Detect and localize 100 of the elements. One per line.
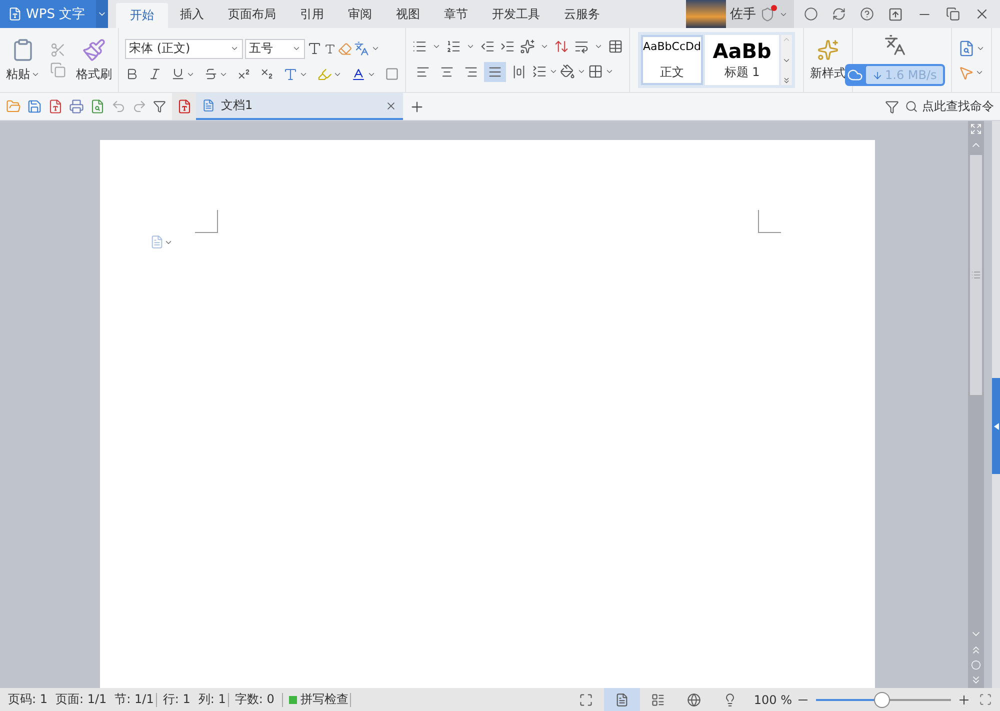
help-icon[interactable] — [860, 7, 874, 21]
bullets-icon[interactable] — [412, 38, 427, 54]
save-icon[interactable] — [27, 99, 42, 114]
find-replace-icon[interactable] — [958, 40, 975, 56]
margin-corner-mark — [758, 210, 781, 233]
paragraph-mark-icon[interactable] — [574, 38, 589, 54]
shading-icon[interactable] — [560, 64, 575, 79]
download-arrow-icon — [872, 70, 883, 80]
zoom-level: 100 % — [754, 692, 793, 706]
caret-icon[interactable] — [577, 67, 586, 76]
subscript-icon[interactable] — [260, 67, 274, 81]
decrease-indent-icon[interactable] — [480, 38, 495, 54]
collapse-ribbon-icon[interactable] — [888, 6, 903, 22]
command-search-field[interactable]: 点此查找命令 — [905, 98, 994, 115]
caret-icon[interactable] — [549, 67, 558, 76]
paste-button[interactable]: 粘贴 — [6, 66, 30, 82]
badge-icon[interactable] — [760, 6, 775, 22]
font-size-field[interactable]: 五号 — [245, 38, 305, 58]
outline-view-icon[interactable] — [650, 692, 665, 706]
triangle-icon — [994, 422, 998, 430]
bold-icon[interactable] — [125, 67, 139, 81]
font-color-icon[interactable] — [351, 66, 366, 82]
ribbon-tab[interactable]: 插入 — [168, 0, 216, 28]
expand-gallery-icon[interactable] — [782, 76, 791, 85]
ribbon-tab[interactable]: 章节 — [432, 0, 480, 28]
document-tab[interactable]: 文档1 — [196, 93, 403, 120]
view-mode-button[interactable] — [604, 688, 640, 711]
page-view-icon[interactable] — [614, 692, 629, 706]
align-icon[interactable] — [440, 64, 454, 78]
scrollbar-thumb[interactable] — [970, 155, 982, 395]
status-text: 行: 1 — [162, 691, 192, 708]
sort-icon[interactable] — [554, 38, 569, 54]
ribbon-tab[interactable]: 云服务 — [552, 0, 612, 28]
ribbon-tab[interactable]: 开始 — [116, 3, 168, 28]
paste-icon[interactable] — [11, 38, 35, 62]
web-view-icon[interactable] — [686, 692, 701, 706]
strikethrough-icon[interactable] — [204, 67, 218, 81]
format-painter-icon[interactable] — [82, 38, 106, 62]
restore-icon[interactable] — [946, 7, 960, 21]
shrink-font-icon[interactable] — [324, 42, 336, 54]
new-style-button[interactable]: 新样式 — [810, 64, 846, 82]
app-logo-icon — [8, 7, 22, 21]
translate-icon[interactable] — [884, 34, 906, 56]
style-option[interactable]: AaBbCcDd 正文 — [641, 35, 703, 85]
zoom-slider-thumb[interactable] — [874, 692, 890, 708]
underline-icon[interactable] — [171, 67, 185, 81]
table-icon[interactable] — [608, 38, 623, 54]
spell-check-button[interactable]: 拼写检查 — [300, 691, 350, 708]
status-text: 页面: 1/1 — [56, 691, 108, 708]
caret-icon[interactable] — [974, 68, 984, 77]
cloud-icon — [847, 67, 863, 83]
italic-icon[interactable] — [148, 67, 162, 81]
ribbon-tab[interactable]: 视图 — [384, 0, 432, 28]
align-icon[interactable] — [512, 64, 526, 78]
spell-check-indicator — [289, 696, 298, 704]
document-icon[interactable] — [202, 99, 215, 112]
fit-window-icon[interactable] — [979, 693, 992, 706]
char-shading-icon[interactable] — [385, 67, 399, 81]
user-name[interactable]: 佐手 — [730, 5, 756, 23]
print-preview-icon[interactable] — [90, 99, 105, 114]
print-icon[interactable] — [69, 99, 84, 114]
style-option[interactable]: AaBb 标题 1 — [705, 35, 779, 85]
phonetic-icon[interactable] — [354, 41, 369, 56]
export-pdf-icon[interactable] — [48, 99, 63, 114]
grow-font-icon[interactable] — [307, 41, 322, 56]
tab-list-icon[interactable] — [885, 100, 899, 114]
align-icon[interactable] — [416, 64, 430, 78]
zoom-in-icon[interactable] — [957, 692, 971, 706]
sync-icon[interactable] — [832, 7, 846, 21]
app-menu-button[interactable]: WPS 文字 — [0, 0, 96, 28]
skin-icon[interactable] — [804, 7, 818, 21]
align-icon[interactable] — [488, 64, 502, 78]
text-effect-icon[interactable] — [283, 66, 298, 82]
caret-icon[interactable] — [605, 67, 614, 76]
font-name-field[interactable]: 宋体 (正文) — [125, 38, 243, 58]
ribbon-tab[interactable]: 审阅 — [336, 0, 384, 28]
increase-indent-icon[interactable] — [500, 38, 515, 54]
ribbon-tab[interactable]: 引用 — [288, 0, 336, 28]
caret-icon[interactable] — [292, 44, 301, 53]
wps-logo-icon[interactable] — [176, 99, 192, 114]
line-spacing-icon[interactable] — [532, 64, 547, 79]
caret-icon[interactable] — [371, 44, 380, 53]
borders-icon[interactable] — [588, 64, 603, 79]
align-button[interactable] — [484, 62, 506, 82]
avatar-picture[interactable] — [686, 0, 726, 28]
status-text: 字数: 0 — [234, 691, 276, 708]
format-painter-button[interactable]: 格式刷 — [76, 66, 112, 82]
ribbon-tab[interactable]: 开发工具 — [480, 0, 552, 28]
ribbon-tab[interactable]: 页面布局 — [216, 0, 288, 28]
search-icon — [905, 100, 918, 113]
align-icon[interactable] — [464, 64, 478, 78]
download-speed-indicator: 1.6 MB/s — [845, 64, 945, 86]
close-tab-icon[interactable] — [385, 100, 397, 112]
numbering-icon[interactable] — [446, 38, 461, 54]
side-panel-toggle[interactable] — [992, 378, 1000, 474]
gallery-scrollbar[interactable] — [781, 35, 792, 85]
superscript-icon[interactable] — [237, 67, 251, 81]
margin-corner-mark — [195, 210, 218, 233]
caret-icon[interactable] — [230, 44, 239, 53]
fullscreen-icon[interactable] — [578, 692, 593, 706]
